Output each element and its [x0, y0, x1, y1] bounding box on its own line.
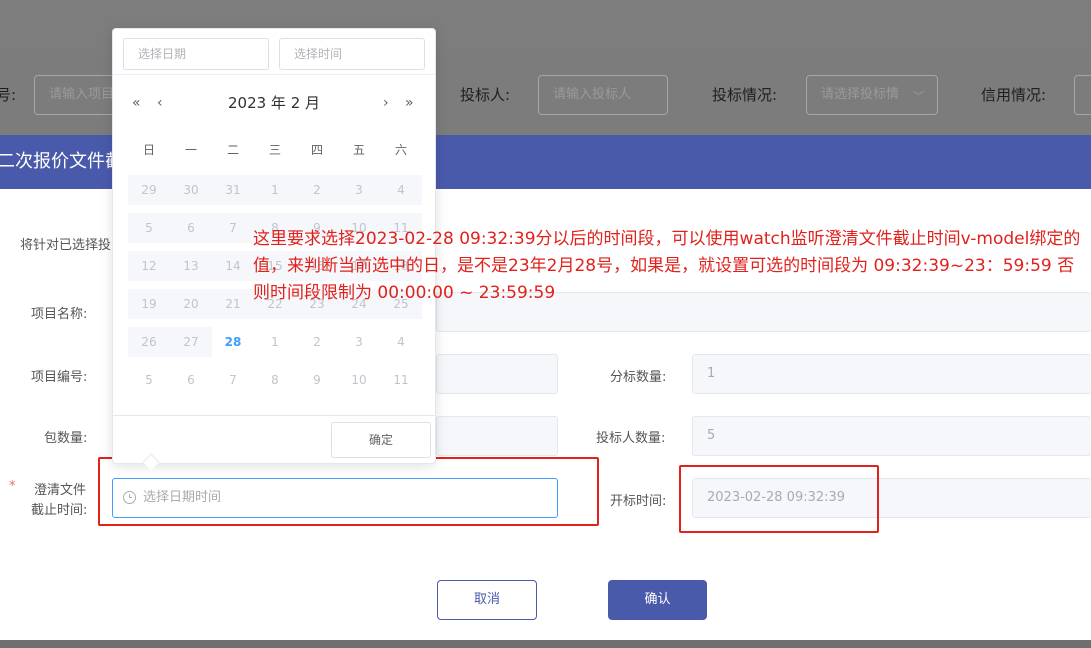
day-cell[interactable]: 1: [254, 175, 296, 205]
section-count-label: 分标数量:: [610, 370, 667, 385]
picker-confirm-button[interactable]: 确定: [331, 422, 431, 458]
open-time-label: 开标时间:: [610, 494, 667, 509]
filter-label-partial: 号:: [0, 86, 17, 104]
picker-inputs: 选择日期 选择时间: [113, 29, 435, 75]
day-cell[interactable]: 19: [128, 289, 170, 319]
day-cell[interactable]: 6: [170, 213, 212, 243]
day-cell[interactable]: 2: [296, 175, 338, 205]
day-cell[interactable]: 21: [212, 289, 254, 319]
weekday-label: 二: [226, 143, 239, 157]
day-cell[interactable]: 29: [128, 175, 170, 205]
bid-status-filter-label: 投标情况:: [712, 86, 778, 104]
required-mark: *: [9, 479, 16, 494]
project-name-label: 项目名称:: [31, 307, 88, 322]
picker-time-input[interactable]: 选择时间: [279, 38, 425, 70]
project-no-field: [436, 354, 558, 394]
day-cell[interactable]: 3: [338, 175, 380, 205]
day-cell[interactable]: 7: [212, 365, 254, 395]
package-count-field: [436, 416, 558, 456]
bidder-filter-input[interactable]: 请输入投标人: [538, 75, 668, 115]
bidder-count-field: 5: [692, 416, 1091, 456]
package-count-label: 包数量:: [44, 431, 88, 446]
picker-weekdays: 日一二三四五六: [128, 141, 422, 165]
annotation-note: 这里要求选择2023-02-28 09:32:39分以后的时间段，可以使用wat…: [253, 229, 1081, 303]
picker-header: 2023 年 2 月 « ‹ › »: [113, 91, 435, 115]
dialog-title: 二次报价文件截: [0, 151, 123, 172]
day-cell[interactable]: 13: [170, 251, 212, 281]
clarify-deadline-label-line1: 澄清文件: [34, 483, 87, 498]
day-cell[interactable]: 30: [170, 175, 212, 205]
day-cell[interactable]: 20: [170, 289, 212, 319]
prev-month-icon[interactable]: ‹: [157, 91, 163, 115]
day-cell[interactable]: 12: [128, 251, 170, 281]
day-cell[interactable]: 3: [338, 327, 380, 357]
section-count-field: 1: [692, 354, 1091, 394]
project-no-label: 项目编号:: [31, 370, 88, 385]
day-cell[interactable]: 31: [212, 175, 254, 205]
day-cell[interactable]: 2: [296, 327, 338, 357]
project-filter-input[interactable]: 请输入项目: [34, 75, 124, 115]
weekday-label: 日: [142, 143, 155, 157]
day-cell[interactable]: 26: [128, 327, 170, 357]
day-cell[interactable]: 4: [380, 327, 422, 357]
weekday-label: 三: [268, 143, 281, 157]
page-bottom-overlay: [0, 640, 1091, 648]
bidder-count-label: 投标人数量:: [596, 431, 666, 446]
clarify-deadline-label-line2: 截止时间:: [31, 503, 88, 518]
chevron-down-icon: ﹀: [913, 90, 924, 103]
day-cell[interactable]: 5: [128, 213, 170, 243]
credit-filter-input[interactable]: [1074, 75, 1091, 115]
day-cell[interactable]: 14: [212, 251, 254, 281]
weekday-label: 六: [394, 143, 407, 157]
day-cell[interactable]: 27: [170, 327, 212, 357]
credit-filter-label: 信用情况:: [981, 86, 1047, 104]
next-year-icon[interactable]: »: [405, 91, 414, 115]
highlight-box-open-time: [679, 465, 879, 533]
prev-year-icon[interactable]: «: [132, 91, 141, 115]
day-cell[interactable]: 1: [254, 327, 296, 357]
weekday-label: 一: [184, 143, 197, 157]
highlight-box-deadline: [98, 457, 599, 526]
day-cell[interactable]: 5: [128, 365, 170, 395]
bidder-filter-label: 投标人:: [460, 86, 511, 104]
next-month-icon[interactable]: ›: [383, 91, 389, 115]
weekday-label: 四: [310, 143, 323, 157]
dialog-intro-text: 将针对已选择投: [20, 238, 112, 253]
day-cell-today[interactable]: 28: [212, 327, 254, 357]
bid-status-placeholder: 请选择投标情: [821, 87, 900, 102]
cancel-button[interactable]: 取消: [437, 580, 537, 620]
day-cell[interactable]: 10: [338, 365, 380, 395]
picker-footer: 确定: [113, 415, 435, 463]
picker-date-input[interactable]: 选择日期: [123, 38, 269, 70]
day-cell[interactable]: 8: [254, 365, 296, 395]
day-cell[interactable]: 6: [170, 365, 212, 395]
day-cell[interactable]: 7: [212, 213, 254, 243]
confirm-button[interactable]: 确认: [608, 580, 707, 620]
day-cell[interactable]: 9: [296, 365, 338, 395]
day-cell[interactable]: 4: [380, 175, 422, 205]
day-cell[interactable]: 11: [380, 365, 422, 395]
weekday-label: 五: [352, 143, 365, 157]
